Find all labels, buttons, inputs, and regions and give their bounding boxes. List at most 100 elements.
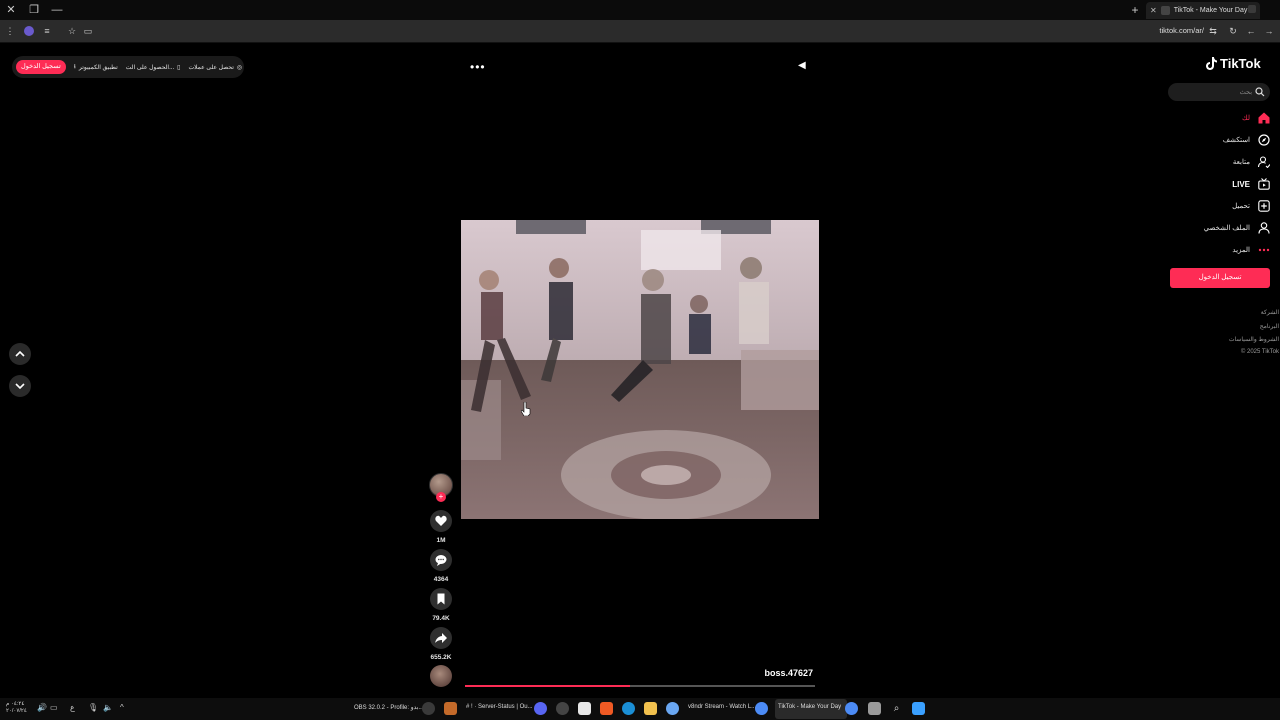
save-button[interactable] bbox=[430, 588, 452, 610]
forward-icon[interactable]: → bbox=[1263, 25, 1275, 37]
new-tab-icon[interactable]: + bbox=[1129, 3, 1141, 17]
site-settings-icon[interactable]: ⇆ bbox=[1207, 25, 1219, 37]
obs-icon[interactable] bbox=[422, 702, 435, 715]
phone-icon: ▯ bbox=[177, 64, 181, 71]
video-frame bbox=[461, 220, 819, 519]
back-icon[interactable]: ← bbox=[1245, 25, 1257, 37]
sidebar-item-upload[interactable]: تحميل bbox=[1170, 198, 1270, 214]
sidebar-item-for-you[interactable]: لك bbox=[1170, 110, 1270, 126]
desktop-app-link[interactable]: ⭳ تطبيق الكمبيوتر bbox=[74, 62, 118, 72]
file-explorer-icon[interactable] bbox=[644, 702, 657, 715]
get-app-link[interactable]: الحصول على الت... ▯ bbox=[126, 64, 181, 71]
sidebar-item-explore[interactable]: استكشف bbox=[1170, 132, 1270, 148]
search-box[interactable] bbox=[1168, 83, 1270, 101]
menu-dots-icon[interactable]: ⋮ bbox=[4, 25, 16, 37]
desktop-app-label: تطبيق الكمبيوتر bbox=[78, 64, 118, 71]
sidebar-item-live[interactable]: LIVE bbox=[1170, 176, 1270, 192]
sidebar-item-label: متابعة bbox=[1232, 159, 1250, 166]
like-button[interactable] bbox=[430, 510, 452, 532]
taskbar-stream-label[interactable]: v8ndr Stream - Watch L... bbox=[688, 704, 756, 710]
video-progress-fill bbox=[465, 685, 630, 687]
brave-icon[interactable] bbox=[600, 702, 613, 715]
share-button[interactable] bbox=[430, 627, 452, 649]
tab-list-icon[interactable] bbox=[1248, 5, 1256, 13]
coins-link[interactable]: تحصل على عملات ◎ bbox=[188, 64, 242, 71]
video-progress-bar[interactable] bbox=[465, 685, 815, 687]
taskbar-tiktok-label[interactable]: TikTok - Make Your Day bbox=[778, 704, 841, 710]
language-tray-icon[interactable]: ع bbox=[70, 703, 75, 712]
footer-program-link[interactable]: البرنامج bbox=[1200, 323, 1279, 330]
copilot-icon[interactable] bbox=[666, 702, 679, 715]
following-icon bbox=[1257, 156, 1270, 169]
app-circle-icon[interactable] bbox=[556, 702, 569, 715]
start-menu-icon[interactable] bbox=[912, 702, 925, 715]
next-video-button[interactable] bbox=[9, 375, 31, 397]
app-a-icon[interactable] bbox=[444, 702, 457, 715]
search-input[interactable] bbox=[1176, 86, 1252, 98]
close-tab-icon[interactable]: ✕ bbox=[1150, 6, 1157, 15]
comment-count: 4364 bbox=[433, 576, 449, 583]
sidebar-item-profile[interactable]: الملف الشخصي bbox=[1170, 220, 1270, 236]
minimize-window-icon[interactable]: — bbox=[50, 3, 64, 17]
reader-icon[interactable]: ≡ bbox=[41, 25, 53, 37]
tray-expand-icon[interactable]: ^ bbox=[120, 703, 124, 712]
page-icon[interactable]: ▭ bbox=[82, 25, 94, 37]
follow-plus-icon[interactable]: + bbox=[436, 492, 446, 502]
tiktok-logo[interactable]: TikTok bbox=[1206, 56, 1261, 71]
chrome-icon[interactable] bbox=[755, 702, 768, 715]
browser-tab[interactable]: ✕ TikTok - Make Your Day bbox=[1146, 2, 1260, 19]
close-window-icon[interactable]: ✕ bbox=[4, 3, 18, 17]
speaker-tray-icon[interactable]: 🔈 bbox=[103, 703, 113, 712]
tiktok-favicon-icon bbox=[1160, 6, 1170, 15]
taskbar-obs-label[interactable]: OBS 32.0.2 - Profile: بدو... bbox=[354, 704, 423, 711]
sidebar-item-label: الملف الشخصي bbox=[1203, 225, 1250, 232]
tiktok-note-icon bbox=[1206, 57, 1217, 70]
clock-date: ٢٠/٠٧/٢٤ bbox=[6, 708, 27, 714]
window-titlebar: ✕ ❐ — + ✕ TikTok - Make Your Day bbox=[0, 0, 1280, 20]
sidebar-item-label: تحميل bbox=[1232, 203, 1250, 210]
volume-tray-icon[interactable]: 🔊 bbox=[37, 703, 47, 712]
chevron-down-icon bbox=[15, 383, 25, 390]
sidebar-item-label: LIVE bbox=[1232, 179, 1250, 189]
video-username[interactable]: boss.47627 bbox=[740, 668, 813, 678]
edge-icon[interactable] bbox=[622, 702, 635, 715]
more-options-icon[interactable]: ••• bbox=[470, 60, 486, 74]
network-tray-icon[interactable]: ▭ bbox=[50, 703, 58, 712]
chevron-up-icon bbox=[15, 350, 25, 357]
clock[interactable]: ٠٤:٢٤ م ٢٠/٠٧/٢٤ bbox=[6, 701, 27, 715]
sidebar-login-button[interactable]: تسجيل الدخول bbox=[1170, 268, 1270, 288]
footer-terms-link[interactable]: الشروط والسياسات bbox=[1200, 336, 1279, 343]
sidebar-item-label: استكشف bbox=[1222, 137, 1250, 144]
previous-video-button[interactable] bbox=[9, 343, 31, 365]
extension-icon[interactable] bbox=[24, 26, 34, 36]
chrome-2-icon[interactable] bbox=[845, 702, 858, 715]
mic-tray-icon[interactable]: 🎙 bbox=[88, 703, 98, 712]
compass-icon bbox=[1257, 134, 1270, 147]
volume-icon[interactable]: ◀︎ bbox=[798, 60, 806, 71]
restore-window-icon[interactable]: ❐ bbox=[27, 3, 41, 17]
sidebar-item-more[interactable]: المزيد bbox=[1170, 242, 1270, 258]
coins-label: تحصل على عملات bbox=[188, 64, 234, 71]
bookmark-star-icon[interactable]: ☆ bbox=[66, 25, 78, 37]
comment-icon bbox=[435, 555, 447, 566]
top-promo-bar: تسجيل الدخول ⭳ تطبيق الكمبيوتر الحصول عل… bbox=[12, 56, 244, 78]
video-player[interactable] bbox=[461, 220, 819, 519]
live-icon bbox=[1257, 178, 1270, 191]
calendar-app-icon[interactable] bbox=[578, 702, 591, 715]
promo-login-button[interactable]: تسجيل الدخول bbox=[16, 60, 66, 74]
hand-cursor-icon bbox=[521, 402, 531, 416]
task-view-icon[interactable] bbox=[868, 702, 881, 715]
search-icon[interactable] bbox=[1255, 87, 1265, 97]
save-count: 79.4K bbox=[432, 615, 450, 622]
more-icon bbox=[1257, 244, 1270, 257]
sidebar-item-label: لك bbox=[1241, 115, 1250, 122]
discord-icon[interactable] bbox=[534, 702, 547, 715]
url-field[interactable]: tiktok.com/ar/ bbox=[1140, 25, 1204, 37]
sidebar-item-following[interactable]: متابعة bbox=[1170, 154, 1270, 170]
taskbar-discord-label[interactable]: # ! · Server-Status | Ou... bbox=[466, 704, 533, 710]
music-disc-avatar[interactable] bbox=[430, 665, 452, 687]
reload-icon[interactable]: ↻ bbox=[1227, 25, 1239, 37]
search-taskbar-icon[interactable]: ⌕ bbox=[890, 702, 903, 715]
footer-company-link[interactable]: الشركة bbox=[1200, 309, 1279, 316]
comment-button[interactable] bbox=[430, 549, 452, 571]
